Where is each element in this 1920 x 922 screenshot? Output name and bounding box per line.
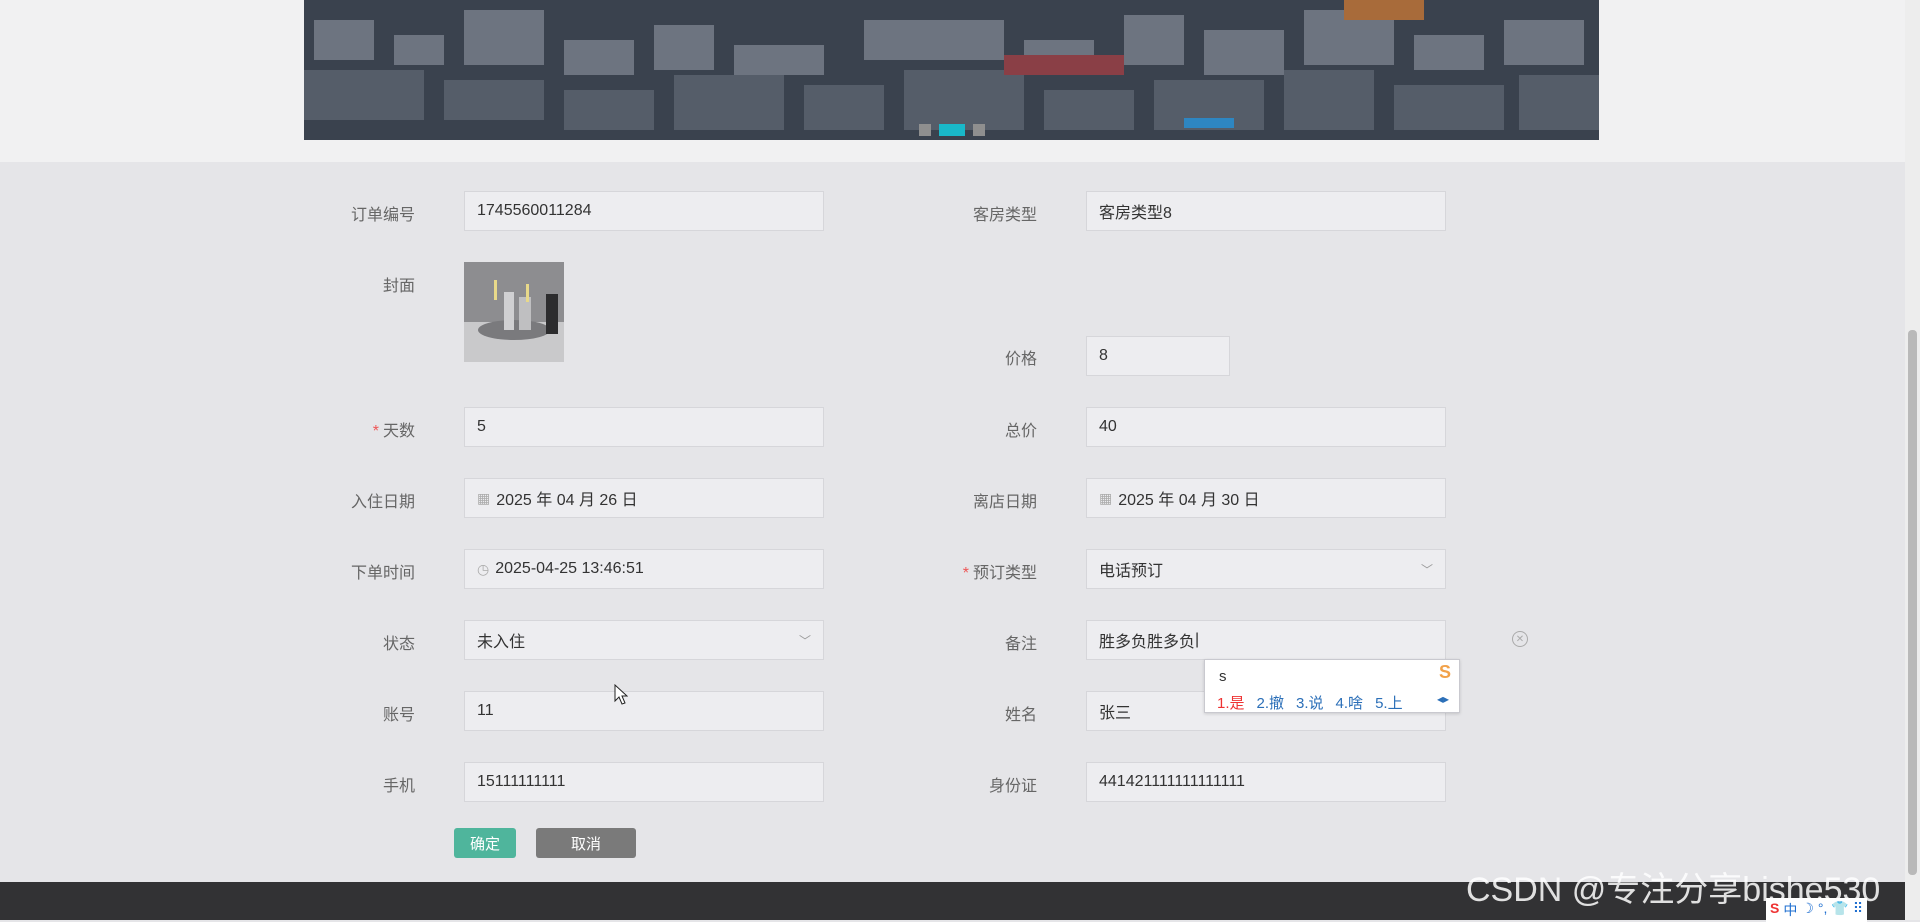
- booking-type-label-text: 预订类型: [972, 565, 1037, 582]
- cover-image[interactable]: [464, 262, 564, 362]
- calendar-icon: ▦: [1099, 489, 1113, 506]
- sogou-icon[interactable]: S: [1770, 900, 1779, 920]
- text-caret: |: [1195, 631, 1200, 648]
- chevron-down-icon: ﹀: [1420, 562, 1433, 577]
- phone-value: 15111111111: [477, 773, 566, 790]
- checkout-value: 2025 年 04 月 30 日: [1118, 492, 1260, 509]
- checkin-label: 入住日期: [350, 494, 415, 511]
- chinese-mode-icon[interactable]: 中: [1783, 900, 1797, 920]
- total-field[interactable]: 40: [1086, 407, 1446, 447]
- required-marker: *: [372, 423, 379, 440]
- carousel-dot-active[interactable]: [938, 124, 965, 136]
- carousel-dot[interactable]: [918, 124, 931, 136]
- ime-logo-icon: S: [1438, 662, 1451, 682]
- cancel-button[interactable]: 取消: [536, 828, 636, 858]
- price-value: 8: [1099, 347, 1108, 364]
- remark-label: 备注: [1004, 636, 1037, 653]
- price-label: 价格: [1004, 351, 1037, 368]
- account-value: 11: [477, 702, 494, 719]
- ime-candidate-popup: S s 1.是 2.撤 3.说 4.啥 5.上 ◂▸: [1204, 659, 1460, 713]
- banner-carousel: [304, 0, 1599, 140]
- days-label: * 天数: [295, 417, 415, 441]
- phone-field[interactable]: 15111111111: [464, 762, 824, 802]
- booking-type-select[interactable]: 电话预订 ﹀: [1086, 549, 1446, 589]
- ime-page-arrows-icon[interactable]: ◂▸: [1437, 692, 1449, 706]
- order-no-value: 1745560011284: [477, 202, 592, 219]
- name-label: 姓名: [1004, 707, 1037, 724]
- carousel-dots: [304, 124, 1599, 136]
- order-time-value: 2025-04-25 13:46:51: [495, 560, 644, 577]
- clock-icon: ◷: [477, 560, 490, 577]
- calendar-icon: ▦: [477, 489, 491, 506]
- phone-label: 手机: [382, 778, 415, 795]
- ime-candidate[interactable]: 1.是: [1217, 692, 1245, 713]
- remark-input[interactable]: 胜多负胜多负 |: [1086, 620, 1446, 660]
- toolbox-icon[interactable]: ⠿: [1853, 900, 1863, 920]
- city-skyline-image: [304, 0, 1599, 140]
- clear-icon[interactable]: ✕: [1512, 631, 1528, 647]
- ime-candidate[interactable]: 5.上: [1375, 692, 1403, 713]
- room-type-value: 客房类型8: [1099, 205, 1172, 222]
- room-type-field[interactable]: 客房类型8: [1086, 191, 1446, 231]
- ime-toolbar: S 中 ☽ °, 👕 ⠿: [1766, 898, 1868, 922]
- chevron-down-icon: ﹀: [798, 633, 811, 648]
- order-time-label: 下单时间: [350, 565, 415, 582]
- account-field[interactable]: 11: [464, 691, 824, 731]
- moon-icon[interactable]: ☽: [1801, 900, 1814, 920]
- confirm-button[interactable]: 确定: [454, 828, 516, 858]
- id-card-value: 441421111111111111: [1099, 773, 1245, 790]
- name-value: 张三: [1099, 705, 1132, 722]
- punctuation-icon[interactable]: °,: [1818, 900, 1828, 920]
- status-value: 未入住: [477, 634, 526, 651]
- id-card-label: 身份证: [988, 778, 1037, 795]
- required-marker: *: [962, 565, 969, 582]
- skin-icon[interactable]: 👕: [1831, 900, 1848, 920]
- id-card-field[interactable]: 441421111111111111: [1086, 762, 1446, 802]
- checkin-value: 2025 年 04 月 26 日: [496, 492, 638, 509]
- mouse-pointer-icon: [614, 684, 628, 705]
- booking-type-label: * 预订类型: [917, 559, 1037, 583]
- days-label-text: 天数: [382, 423, 415, 440]
- room-type-label: 客房类型: [972, 207, 1037, 224]
- ime-candidates: 1.是 2.撤 3.说 4.啥 5.上: [1217, 692, 1403, 713]
- cover-label: 封面: [382, 278, 415, 295]
- ime-candidate[interactable]: 2.撤: [1257, 692, 1285, 713]
- order-no-field[interactable]: 1745560011284: [464, 191, 824, 231]
- price-field[interactable]: 8: [1086, 336, 1230, 376]
- booking-type-value: 电话预订: [1099, 563, 1164, 580]
- scrollbar-thumb[interactable]: [1908, 330, 1917, 875]
- checkin-date-field[interactable]: ▦ 2025 年 04 月 26 日: [464, 478, 824, 518]
- remark-value: 胜多负胜多负: [1099, 634, 1196, 651]
- ime-candidate[interactable]: 4.啥: [1336, 692, 1364, 713]
- cover-photo-drawing: [464, 262, 564, 362]
- checkout-date-field[interactable]: ▦ 2025 年 04 月 30 日: [1086, 478, 1446, 518]
- order-time-field[interactable]: ◷ 2025-04-25 13:46:51: [464, 549, 824, 589]
- total-label: 总价: [1004, 423, 1037, 440]
- carousel-dot[interactable]: [972, 124, 985, 136]
- order-no-label: 订单编号: [350, 207, 415, 224]
- total-value: 40: [1099, 418, 1117, 435]
- account-label: 账号: [382, 707, 415, 724]
- ime-candidate[interactable]: 3.说: [1296, 692, 1324, 713]
- days-value: 5: [477, 418, 486, 435]
- status-select[interactable]: 未入住 ﹀: [464, 620, 824, 660]
- ime-composition: s: [1219, 668, 1227, 685]
- status-label: 状态: [382, 636, 415, 653]
- checkout-label: 离店日期: [972, 494, 1037, 511]
- days-field[interactable]: 5: [464, 407, 824, 447]
